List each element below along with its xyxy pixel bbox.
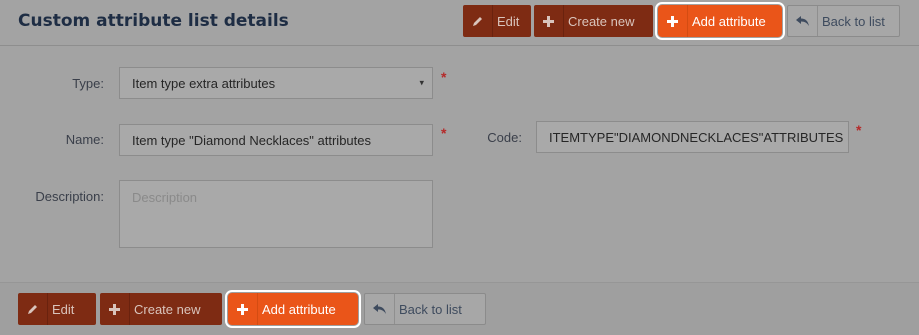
edit-button[interactable]: Edit: [463, 5, 531, 37]
code-input-value: ITEMTYPE"DIAMONDNECKLACES"ATTRIBUTES: [549, 129, 844, 145]
code-required-mark: *: [856, 122, 862, 138]
edit-button-footer-label: Edit: [52, 301, 75, 317]
add-attribute-button[interactable]: Add attribute: [655, 2, 785, 40]
description-label: Description:: [35, 189, 104, 204]
name-label: Name:: [65, 132, 104, 147]
reply-arrow-icon: [365, 294, 395, 324]
name-required-mark: *: [441, 125, 447, 141]
add-attribute-button-footer[interactable]: Add attribute: [225, 290, 361, 328]
edit-button-label: Edit: [497, 13, 520, 29]
create-new-button-footer-label: Create new: [134, 301, 201, 317]
description-placeholder: Description: [132, 190, 198, 205]
plus-icon: [228, 293, 258, 325]
header-divider: [0, 45, 919, 46]
edit-button-footer[interactable]: Edit: [18, 293, 96, 325]
page-header: Custom attribute list details Edit Creat…: [0, 0, 919, 44]
create-new-button[interactable]: Create new: [534, 5, 653, 37]
type-required-mark: *: [441, 69, 447, 85]
code-label: Code:: [487, 130, 522, 145]
create-new-button-footer[interactable]: Create new: [100, 293, 222, 325]
back-to-list-button[interactable]: Back to list: [787, 5, 900, 37]
pencil-icon: [18, 293, 48, 325]
page-title: Custom attribute list details: [18, 11, 289, 31]
reply-arrow-icon: [788, 6, 818, 36]
plus-icon: [534, 5, 564, 37]
plus-icon: [100, 293, 130, 325]
page-footer: Edit Create new Add attribute Back to li…: [0, 283, 919, 335]
name-input-value: Item type "Diamond Necklaces" attributes: [132, 132, 371, 148]
back-to-list-button-label: Back to list: [822, 13, 885, 29]
back-to-list-button-footer-label: Back to list: [399, 301, 462, 317]
back-to-list-button-footer[interactable]: Back to list: [364, 293, 486, 325]
pencil-icon: [463, 5, 493, 37]
add-attribute-button-footer-label: Add attribute: [262, 301, 336, 317]
create-new-button-label: Create new: [568, 13, 635, 29]
name-input[interactable]: Item type "Diamond Necklaces" attributes: [119, 124, 433, 156]
type-select[interactable]: Item type extra attributes ▾: [119, 67, 433, 99]
plus-icon: [658, 5, 688, 37]
chevron-down-icon: ▾: [419, 77, 424, 88]
type-select-value: Item type extra attributes: [132, 75, 276, 91]
add-attribute-button-label: Add attribute: [692, 13, 766, 29]
code-input[interactable]: ITEMTYPE"DIAMONDNECKLACES"ATTRIBUTES: [536, 121, 849, 153]
description-textarea[interactable]: Description: [119, 180, 433, 248]
type-label: Type:: [72, 76, 104, 91]
